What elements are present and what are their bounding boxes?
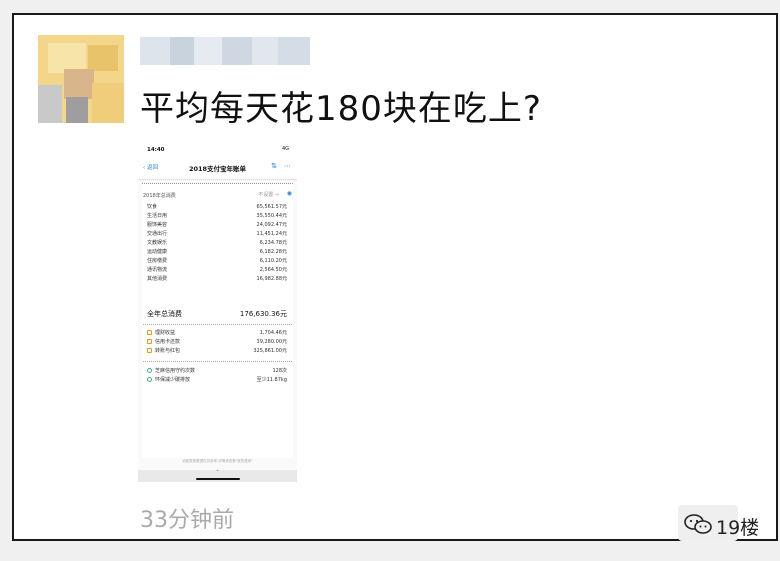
- item-label: 交通出行: [147, 231, 168, 237]
- total-label: 全年总消费: [147, 310, 182, 318]
- eye-icon: ◉: [286, 190, 292, 197]
- wallet-icon: [147, 348, 152, 353]
- home-indicator: [196, 478, 240, 480]
- item-amount: 至少11.87kg: [256, 377, 287, 383]
- item-label: 通讯物流: [147, 267, 168, 273]
- item-amount: 128次: [272, 368, 287, 374]
- toggle-text: 不设置: [258, 192, 274, 198]
- item-label: 其他消费: [147, 276, 168, 282]
- share-icon: ⇅: [271, 162, 277, 170]
- item-amount: 16,982.88元: [256, 276, 287, 282]
- section-title: 2018年总消费: [143, 193, 176, 199]
- watermark: 19楼: [678, 505, 768, 545]
- total-row: 全年总消费 176,630.36元: [147, 309, 287, 321]
- total-amount: 176,630.36元: [239, 310, 287, 318]
- list-item: 文教娱乐 6,234.78元: [147, 239, 287, 248]
- username-blurred[interactable]: [140, 37, 310, 65]
- status-time: 14:40: [147, 147, 165, 153]
- status-network: 4G: [281, 146, 289, 152]
- avatar[interactable]: [38, 35, 124, 123]
- divider: [142, 183, 293, 186]
- leaf-icon: [147, 368, 152, 373]
- item-label: 文教娱乐: [147, 240, 168, 246]
- list-item: 通讯物流 2,564.50元: [147, 266, 287, 275]
- status-bar: 14:40 4G: [138, 143, 297, 157]
- finance-list: 理财收益 1,704.46元信用卡还款 39,280.00元转账与红包 325,861…: [147, 329, 287, 356]
- item-amount: 35,550.44元: [256, 213, 287, 219]
- attached-image[interactable]: 14:40 4G ‹ 返回 2018支付宝年账单 ⇅ ⋯ 2018年总消费 不设…: [138, 143, 297, 482]
- list-item: 饮食 65,561.57元: [147, 203, 287, 212]
- list-item: 理财收益 1,704.46元: [147, 329, 287, 338]
- toggle-label: 不设置 →: [258, 192, 279, 198]
- leaf-icon: [147, 377, 152, 382]
- item-label: 运动健康: [147, 249, 168, 255]
- list-item: 生活日用 35,550.44元: [147, 212, 287, 221]
- nav-bar: ‹ 返回 2018支付宝年账单 ⇅ ⋯: [138, 157, 297, 180]
- item-label: 饮食: [147, 204, 158, 210]
- item-label: 转账与红包: [155, 348, 181, 354]
- item-amount: 6,234.78元: [259, 240, 287, 246]
- wallet-icon: [147, 330, 152, 335]
- chevron-up-icon: ˆ: [216, 470, 219, 477]
- green-list: 芝麻信用守约次数 128次环保减少碳排放 至少11.87kg: [147, 367, 287, 385]
- footer-note: 消费类别数据仅供参考,详情请查看"我的账单": [182, 459, 253, 463]
- list-item: 芝麻信用守约次数 128次: [147, 367, 287, 376]
- post-text: 平均每天花180块在吃上?: [140, 89, 542, 129]
- item-label: 住房缴费: [147, 258, 168, 264]
- timestamp: 33分钟前: [140, 508, 234, 533]
- list-item: 服饰美容 24,092.47元: [147, 221, 287, 230]
- item-amount: 1,704.46元: [259, 330, 287, 336]
- list-item: 交通出行 11,451.24元: [147, 230, 287, 239]
- item-label: 理财收益: [155, 330, 176, 336]
- item-label: 信用卡还款: [155, 339, 181, 345]
- category-list: 饮食 65,561.57元生活日用 35,550.44元服饰美容 24,092.47元…: [147, 203, 287, 284]
- item-amount: 6,110.20元: [259, 258, 287, 264]
- divider: [143, 361, 292, 363]
- divider: [143, 324, 292, 326]
- list-item: 环保减少碳排放 至少11.87kg: [147, 376, 287, 385]
- item-label: 芝麻信用守约次数: [155, 368, 196, 374]
- item-amount: 39,280.00元: [256, 339, 287, 345]
- more-icon: ⋯: [284, 162, 291, 170]
- item-amount: 65,561.57元: [256, 204, 287, 210]
- list-item: 转账与红包 325,861.00元: [147, 347, 287, 356]
- item-amount: 325,861.00元: [253, 348, 287, 354]
- list-item: 信用卡还款 39,280.00元: [147, 338, 287, 347]
- item-amount: 6,182.28元: [259, 249, 287, 255]
- item-label: 生活日用: [147, 213, 168, 219]
- watermark-text: 19楼: [716, 517, 760, 539]
- list-item: 运动健康 6,182.28元: [147, 248, 287, 257]
- wallet-icon: [147, 339, 152, 344]
- post-card: 平均每天花180块在吃上? 14:40 4G ‹ 返回 2018支付宝年账单 ⇅…: [12, 13, 778, 541]
- list-item: 住房缴费 6,110.20元: [147, 257, 287, 266]
- wechat-icon: [684, 514, 712, 534]
- item-label: 服饰美容: [147, 222, 168, 228]
- item-label: 环保减少碳排放: [155, 377, 191, 383]
- item-amount: 24,092.47元: [256, 222, 287, 228]
- item-amount: 2,564.50元: [259, 267, 287, 273]
- list-item: 其他消费 16,982.88元: [147, 275, 287, 284]
- item-amount: 11,451.24元: [256, 231, 287, 237]
